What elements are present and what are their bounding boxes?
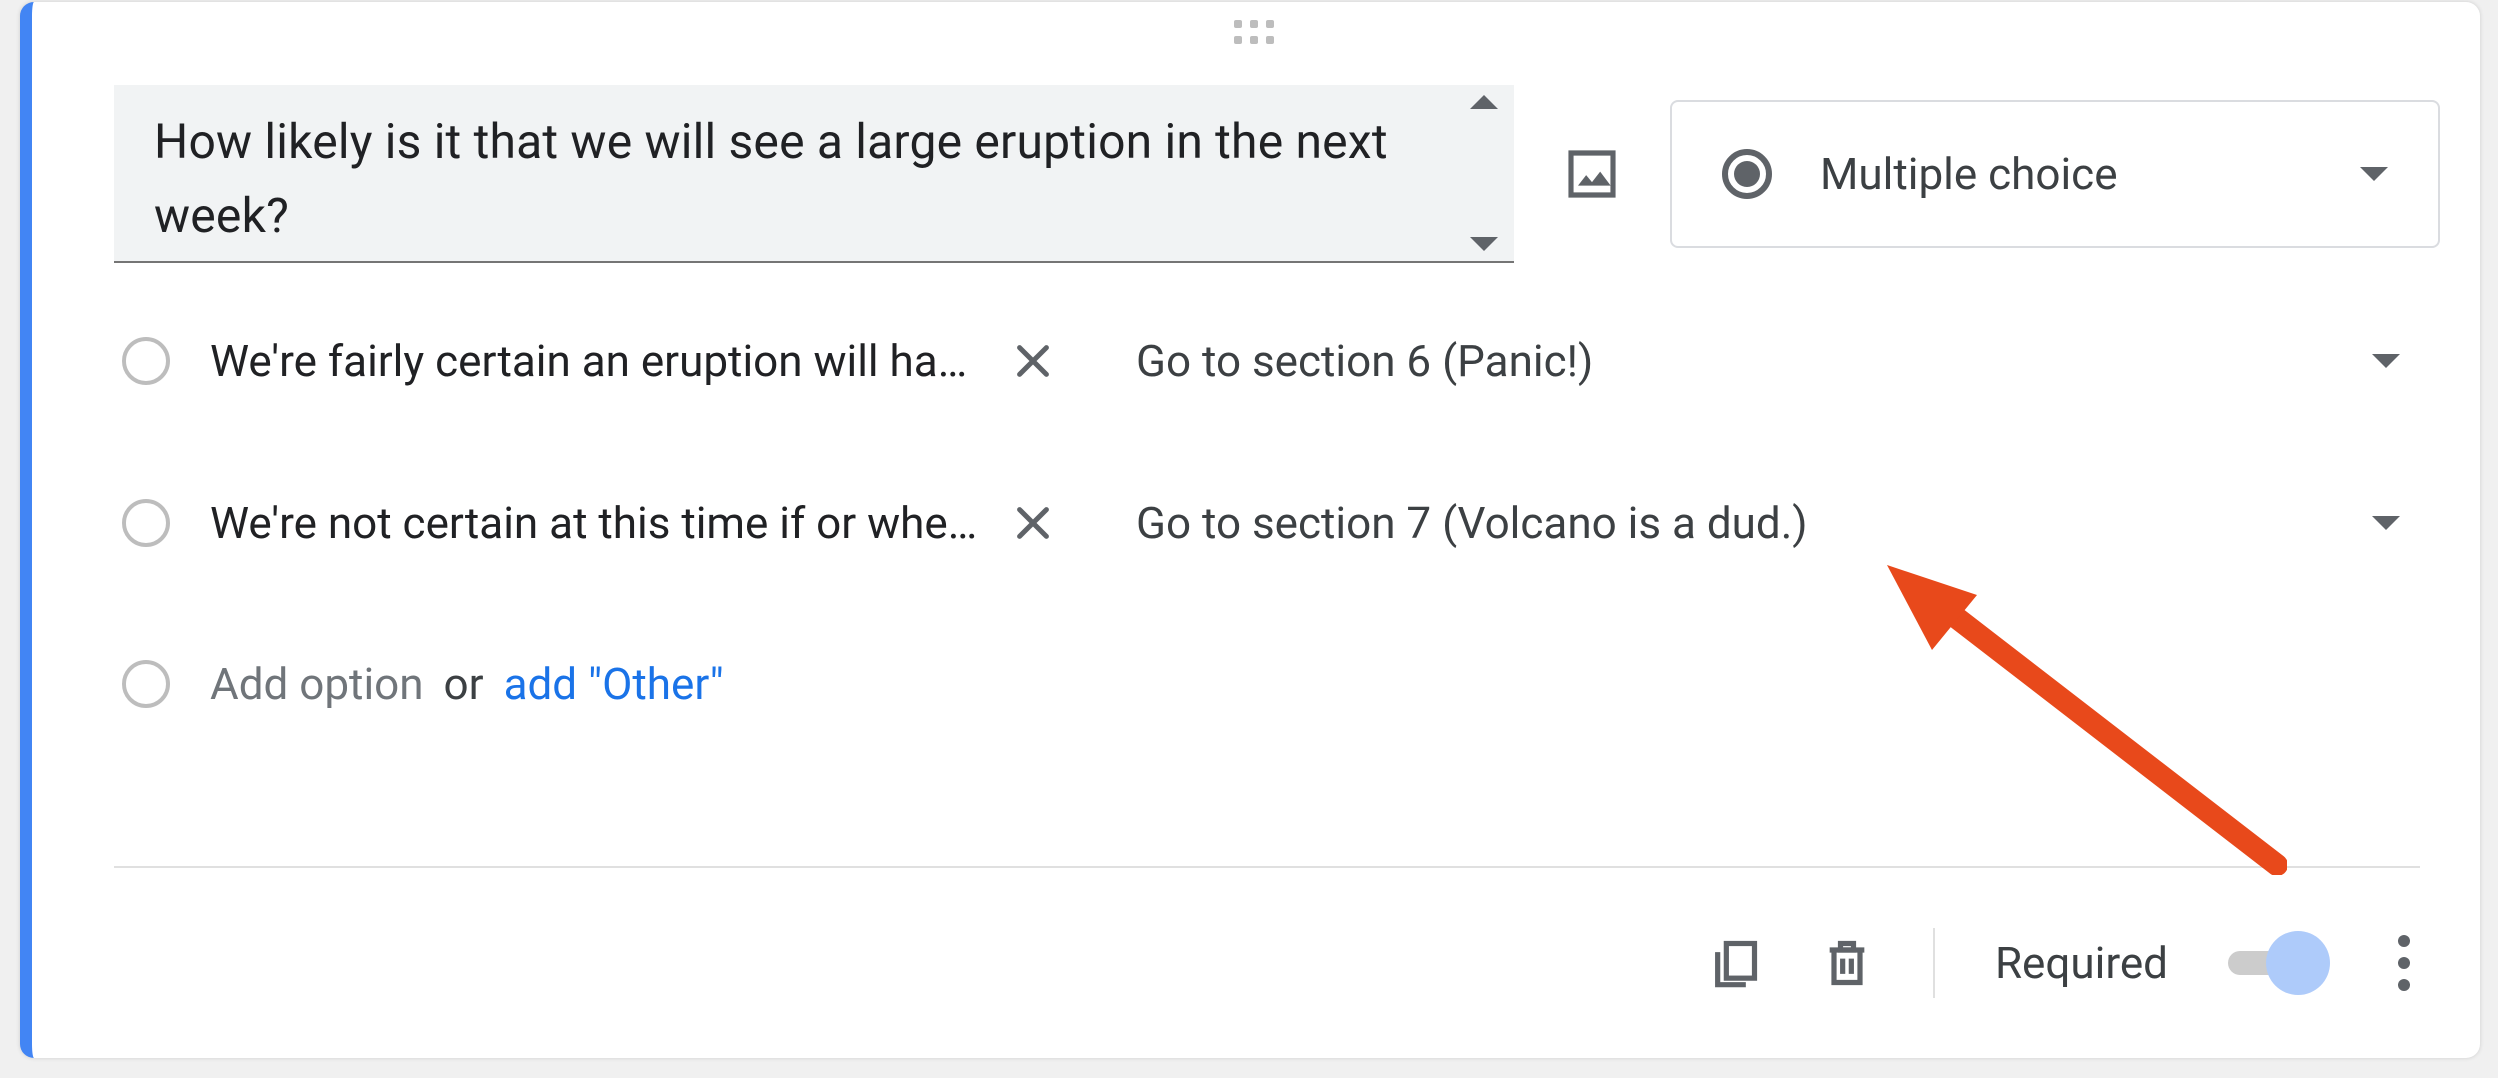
- question-title-text: How likely is it that we will see a larg…: [154, 105, 1444, 255]
- add-option-input[interactable]: Add option: [210, 658, 424, 710]
- drag-handle-icon[interactable]: [1234, 20, 1278, 44]
- question-title-input[interactable]: How likely is it that we will see a larg…: [114, 85, 1514, 263]
- question-card: How likely is it that we will see a larg…: [20, 2, 2480, 1058]
- more-options-icon[interactable]: [2388, 925, 2420, 1001]
- add-other-button[interactable]: add "Other": [504, 658, 724, 710]
- remove-option-icon[interactable]: [1010, 338, 1056, 384]
- remove-option-icon[interactable]: [1010, 500, 1056, 546]
- required-label: Required: [1995, 937, 2168, 989]
- add-image-icon[interactable]: [1564, 146, 1620, 202]
- question-title-spinner: [1464, 95, 1504, 251]
- question-type-dropdown[interactable]: Multiple choice: [1670, 100, 2440, 248]
- chevron-down-icon: [2360, 167, 2388, 181]
- goto-section-label: Go to section 6 (Panic!): [1136, 335, 1593, 387]
- question-header-row: How likely is it that we will see a larg…: [114, 85, 2440, 263]
- duplicate-icon[interactable]: [1709, 937, 1761, 989]
- spinner-down-icon[interactable]: [1470, 237, 1498, 251]
- option-text-input[interactable]: We're not certain at this time if or whe…: [210, 497, 990, 549]
- option-text-input[interactable]: We're fairly certain an eruption will ha…: [210, 335, 990, 387]
- footer-divider: [114, 866, 2420, 868]
- add-option-row: Add option or add "Other": [122, 644, 2420, 724]
- question-footer: Required: [114, 908, 2420, 1018]
- radio-empty-icon: [122, 499, 170, 547]
- add-option-or: or: [444, 658, 484, 710]
- option-row: We're fairly certain an eruption will ha…: [122, 320, 2420, 402]
- goto-section-dropdown[interactable]: Go to section 7 (Volcano is a dud.): [1136, 497, 2420, 549]
- radio-empty-icon: [122, 660, 170, 708]
- required-toggle[interactable]: [2228, 943, 2328, 983]
- question-type-label: Multiple choice: [1820, 148, 2312, 200]
- vertical-divider: [1933, 928, 1935, 998]
- chevron-down-icon: [2372, 354, 2400, 368]
- goto-section-label: Go to section 7 (Volcano is a dud.): [1136, 497, 1808, 549]
- options-list: We're fairly certain an eruption will ha…: [122, 320, 2420, 724]
- goto-section-dropdown[interactable]: Go to section 6 (Panic!): [1136, 335, 2420, 387]
- radio-empty-icon: [122, 337, 170, 385]
- trash-icon[interactable]: [1821, 937, 1873, 989]
- spinner-up-icon[interactable]: [1470, 95, 1498, 109]
- option-row: We're not certain at this time if or whe…: [122, 482, 2420, 564]
- radio-checked-icon: [1722, 149, 1772, 199]
- chevron-down-icon: [2372, 516, 2400, 530]
